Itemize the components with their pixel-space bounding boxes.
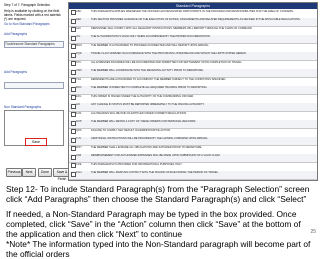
paragraph-code: CDE <box>76 162 82 166</box>
add-paragraphs-link-2[interactable]: Add Paragraphs <box>4 70 27 74</box>
paragraph-text: DEPENDENTS ARE AUTHORIZED TO ACCOMPANY T… <box>91 77 227 81</box>
step-label: Step 7 of 7: Paragraph Selection <box>4 3 51 7</box>
paragraph-code: STU <box>76 60 82 64</box>
paragraph-code: KLM <box>76 111 82 115</box>
application-screenshot: Step 7 of 7: Paragraph Selection Help is… <box>0 0 320 182</box>
paragraph-code: MNO <box>76 43 83 47</box>
previous-button[interactable]: Previous <box>6 168 22 177</box>
paragraph-text: THE MEMBER IS AUTHORIZED TO PROCEED AS D… <box>91 43 210 47</box>
paragraph-text: THIS ORDER IS ISSUED UNDER THE AUTHORITY… <box>91 94 194 98</box>
paragraph-text: THE MEMBER WILL RETAIN A COPY OF THESE O… <box>91 120 197 123</box>
paragraph-text: ANY CHANGE IN STATUS MUST BE REPORTED IM… <box>91 103 205 106</box>
paragraph-text: THE MEMBER WILL MAINTAIN CONTACT WITH TH… <box>91 171 219 174</box>
paragraph-text: THE MEMBER WILL COORDINATE WITH THE RECE… <box>91 69 204 72</box>
paragraph-text: THIS SECTION PROVIDES GUIDANCE ON THE EX… <box>91 18 301 21</box>
paragraph-code: HIJ <box>76 103 80 106</box>
standard-paragraphs-table: Standard Paragraphs ABC THIS PARAGRAPH AP… <box>68 2 318 181</box>
paragraph-text: REIMBURSEMENT FOR AUTHORIZED EXPENSES WI… <box>91 154 221 157</box>
paragraph-code: FGH <box>76 171 82 174</box>
done-button[interactable]: Done <box>38 168 52 177</box>
paragraph-text: PERSONNEL WILL COMPLY WITH ALL RELEVANT … <box>91 26 253 30</box>
paragraph-text: FAILURE TO COMPLY MAY RESULT IN ADMINIST… <box>91 128 171 132</box>
save-button[interactable]: Save <box>25 138 47 146</box>
paragraph-code: WXY <box>76 145 82 149</box>
nonstandard-paragraphs-label: Non Standard Paragraphs <box>4 105 42 109</box>
paragraph-text: THE MEMBER IS DIRECTED TO COMPLETE ALL R… <box>91 86 208 89</box>
paragraph-code: BCD <box>76 86 82 89</box>
paragraph-text: THIS PARAGRAPH APPLIES WHENEVER THE OFFI… <box>91 9 294 13</box>
paragraph-text: ALLOWANCES WILL BE PAID AS ENTITLED UNDE… <box>91 111 187 115</box>
paragraph-code: GHI <box>76 26 81 30</box>
paragraph-code: QRS <box>76 128 82 132</box>
paragraph-code: DEF <box>76 18 82 21</box>
paragraph-text: ADDITIONAL INSTRUCTIONS WILL BE PROVIDED… <box>91 137 209 140</box>
paragraph-code: TUV <box>76 137 82 140</box>
caption-note: *Note* The information typed into the No… <box>6 239 311 259</box>
paragraph-text: ALL EXPENSES INCURRED WILL BE DOCUMENTED… <box>91 60 243 64</box>
go-to-nonstandard-link[interactable]: Go to Non Standard Paragraphs <box>4 22 50 26</box>
caption-step-12: Step 12- To include Standard Paragraph(s… <box>6 184 310 204</box>
paragraph-code: JKL <box>76 35 81 38</box>
paragraph-text: THE AUTHORIZATION IS VALID ONLY WHEN ACC… <box>91 35 211 38</box>
table-row: FGH THE MEMBER WILL MAINTAIN CONTACT WITH… <box>69 170 317 180</box>
paragraph-text: THIS PARAGRAPH IS PROVIDED FOR INFORMATI… <box>91 162 183 166</box>
standard-paragraphs-label: Troublesome Standard Paragraphs <box>5 42 55 46</box>
paragraph-code: ABC <box>76 9 82 13</box>
paragraph-code: YZA <box>76 77 82 81</box>
add-paragraphs-link[interactable]: Add Paragraphs <box>4 32 27 36</box>
paragraphs-box-2 <box>4 82 64 89</box>
caption-nonstandard-instructions: If needed, a Non-Standard Paragraph may … <box>6 209 301 239</box>
paragraph-code: NOP <box>76 120 82 123</box>
instruction-caption: Step 12- To include Standard Paragraph(s… <box>6 184 312 259</box>
paragraph-text: THE MEMBER SHALL ENSURE ALL OBLIGATIONS … <box>91 145 203 149</box>
paragraph-code: VWX <box>76 69 82 72</box>
page-number: 25 <box>310 229 316 235</box>
paragraph-code: PQR <box>76 52 82 55</box>
paragraph-text: TRAVEL IS AUTHORIZED IN ACCORDANCE WITH … <box>91 52 247 55</box>
help-note: Help is available by clicking on the fie… <box>4 9 61 21</box>
paragraph-code: ZAB <box>76 154 82 157</box>
paragraph-code: EFG <box>76 94 82 98</box>
left-panel: Step 7 of 7: Paragraph Selection Help is… <box>3 2 71 181</box>
next-button[interactable]: Next <box>22 168 36 177</box>
